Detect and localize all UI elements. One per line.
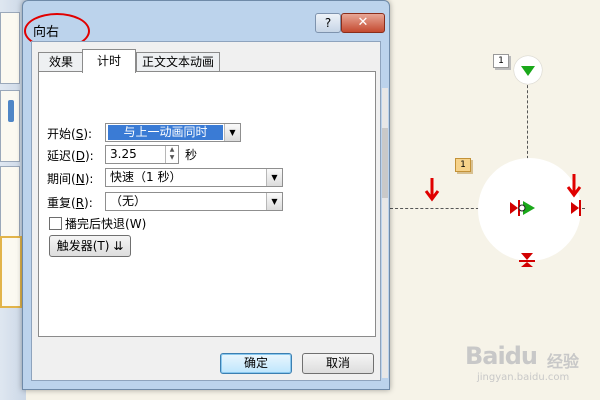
slide-thumbnail-selected[interactable] xyxy=(0,236,22,308)
repeat-select[interactable]: （无） ▼ xyxy=(105,192,283,211)
repeat-label: 重复(R): xyxy=(47,196,93,210)
duration-value: 快速（1 秒） xyxy=(110,170,182,184)
delay-label: 延迟(D): xyxy=(47,149,94,163)
trigger-button[interactable]: 触发器(T) ⇊ xyxy=(49,235,131,257)
delay-value: 3.25 xyxy=(110,147,137,161)
path-start-marker[interactable] xyxy=(514,56,542,84)
dialog-body: 效果 计时 正文文本动画 开始(S): 与上一动画同时 ▼ 延迟(D): 3.2… xyxy=(31,41,381,381)
thumbnail-scroll-marker xyxy=(8,100,14,122)
watermark-url: jingyan.baidu.com xyxy=(477,372,570,383)
start-select[interactable]: 与上一动画同时 ▼ xyxy=(105,123,241,142)
start-value: 与上一动画同时 xyxy=(108,125,223,140)
duration-select[interactable]: 快速（1 秒） ▼ xyxy=(105,168,283,187)
repeat-value: （无） xyxy=(110,194,147,208)
animation-dialog: 向右 ? ✕ 效果 计时 正文文本动画 开始(S): 与上一动画同时 ▼ 延迟(… xyxy=(22,0,390,390)
slide-thumbnail[interactable] xyxy=(0,12,20,84)
watermark-product: 经验 xyxy=(547,352,580,371)
slide-thumbnail[interactable] xyxy=(0,166,20,238)
path-end-marker-icon[interactable] xyxy=(571,199,581,217)
chevron-down-icon: ▼ xyxy=(224,124,240,141)
help-button[interactable]: ? xyxy=(315,13,341,33)
duration-label: 期间(N): xyxy=(47,172,94,186)
delay-spinner[interactable]: 3.25 ▲ ▼ xyxy=(105,145,179,164)
scrollbar-thumb[interactable] xyxy=(382,128,388,198)
timing-panel: 开始(S): 与上一动画同时 ▼ 延迟(D): 3.25 ▲ ▼ 秒 期间(N):… xyxy=(38,71,376,337)
watermark-brand: Baidu xyxy=(465,342,538,370)
cancel-button[interactable]: 取消 xyxy=(302,353,374,374)
start-label: 开始(S): xyxy=(47,127,93,141)
ok-button[interactable]: 确定 xyxy=(220,353,292,374)
watermark: Baidu 经验 jingyan.baidu.com xyxy=(465,338,595,388)
delay-unit: 秒 xyxy=(185,148,198,162)
tab-effect[interactable]: 效果 xyxy=(38,52,84,72)
animation-order-tag[interactable]: 1 xyxy=(493,54,509,68)
close-button[interactable]: ✕ xyxy=(341,13,385,33)
spin-arrows-icon[interactable]: ▲ ▼ xyxy=(165,146,178,163)
tab-timing[interactable]: 计时 xyxy=(82,49,136,73)
chevron-down-icon: ▼ xyxy=(266,169,282,186)
rewind-label[interactable]: 播完后快退(W) xyxy=(65,215,146,232)
tab-text-animation[interactable]: 正文文本动画 xyxy=(136,52,220,72)
double-chevron-down-icon: ⇊ xyxy=(113,239,124,253)
animation-order-tag[interactable]: 1 xyxy=(455,158,471,172)
path-start-arrow-icon[interactable] xyxy=(517,199,537,217)
annotation-arrow-down-icon xyxy=(424,176,440,207)
chevron-down-icon: ▼ xyxy=(266,193,282,210)
green-triangle-down-icon xyxy=(521,66,535,76)
path-end-marker-icon[interactable] xyxy=(518,253,536,267)
rewind-checkbox[interactable] xyxy=(49,217,62,230)
